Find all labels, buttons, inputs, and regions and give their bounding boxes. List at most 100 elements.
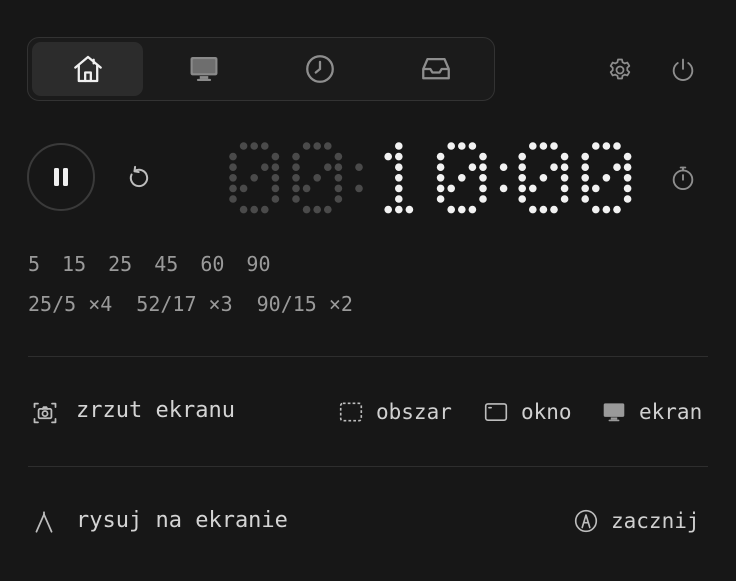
timer-dot <box>592 184 600 193</box>
reset-icon <box>129 165 149 188</box>
timer-dot <box>302 184 311 193</box>
tab-home[interactable] <box>32 42 143 96</box>
timer-dot <box>292 152 300 161</box>
capture-window-button[interactable]: okno <box>483 399 572 425</box>
timer-dot <box>271 195 280 203</box>
timer-dot <box>395 152 403 161</box>
timer-dot <box>271 174 280 182</box>
timer-dot <box>581 152 589 161</box>
timer-digit <box>384 142 414 214</box>
timer-dot <box>395 184 403 193</box>
timer-dot <box>395 142 403 150</box>
timer-dot <box>592 205 600 214</box>
start-drawing-button[interactable]: zacznij <box>573 508 700 534</box>
capture-region-button[interactable]: obszar <box>338 399 452 425</box>
timer-dot <box>384 205 392 214</box>
preset-item[interactable]: 60 <box>200 252 224 276</box>
timer-dot <box>324 142 332 150</box>
timer-dot <box>479 174 487 182</box>
timer-dot <box>313 142 321 150</box>
preset-item[interactable]: 45 <box>154 252 178 276</box>
timer-dot <box>355 163 363 171</box>
timer-dot <box>292 195 300 203</box>
timer-dot <box>623 152 632 161</box>
cycle-item[interactable]: 25/5 ×4 <box>28 292 112 316</box>
dashed-region-icon <box>339 402 363 422</box>
preset-item[interactable]: 25 <box>108 252 132 276</box>
timer-dot <box>324 205 332 214</box>
timer-separator <box>499 163 508 193</box>
preset-list: 5 15 25 45 60 90 <box>28 252 293 276</box>
timer-dot <box>581 184 589 193</box>
timer-dot <box>560 184 569 193</box>
preset-item[interactable]: 5 <box>28 252 40 276</box>
timer-dot <box>602 174 611 182</box>
window-icon <box>484 403 508 421</box>
cycle-list: 25/5 ×4 52/17 ×3 90/15 ×2 <box>28 292 377 316</box>
timer-dot <box>458 174 466 182</box>
timer-digit <box>581 142 632 214</box>
timer-dot <box>529 142 537 150</box>
timer-dot <box>623 195 632 203</box>
preset-item[interactable]: 15 <box>62 252 86 276</box>
timer-dot <box>436 195 445 203</box>
timer-display <box>228 140 653 216</box>
timer-dot <box>447 205 455 214</box>
timer-dot <box>518 163 526 171</box>
timer-dot <box>250 205 258 214</box>
timer-dot <box>229 152 237 161</box>
capture-region-label: obszar <box>376 400 452 424</box>
timer-dot <box>458 142 466 150</box>
timer-dot <box>529 205 537 214</box>
reset-button[interactable] <box>120 160 156 196</box>
timer-separator <box>355 163 363 193</box>
timer-dot <box>436 184 445 193</box>
stopwatch-button[interactable] <box>665 160 701 196</box>
capture-screen-label: ekran <box>639 400 703 424</box>
timer-dot <box>623 174 632 182</box>
pause-button[interactable] <box>27 143 95 211</box>
timer-dot <box>550 205 558 214</box>
clock-icon <box>305 55 334 83</box>
timer-dot <box>479 152 487 161</box>
timer-dot <box>560 163 569 171</box>
timer-dot <box>581 195 589 203</box>
timer-dot <box>261 205 269 214</box>
timer-dot <box>313 205 321 214</box>
tab-screen[interactable] <box>148 42 259 96</box>
cycle-item[interactable]: 90/15 ×2 <box>257 292 353 316</box>
capture-screen-button[interactable]: ekran <box>601 399 702 425</box>
timer-dot <box>499 163 508 171</box>
timer-dot <box>239 205 248 214</box>
timer-dot <box>550 163 558 171</box>
timer-dot <box>334 163 343 171</box>
settings-button[interactable] <box>602 52 638 88</box>
timer-dot <box>468 205 477 214</box>
preset-item[interactable]: 90 <box>246 252 270 276</box>
power-button[interactable] <box>665 52 701 88</box>
timer-dot <box>560 152 569 161</box>
timer-dot <box>499 184 508 193</box>
timer-dot <box>250 142 258 150</box>
timer-dot <box>395 174 403 182</box>
cycle-item[interactable]: 52/17 ×3 <box>136 292 232 316</box>
timer-dot <box>239 142 248 150</box>
tab-history[interactable] <box>264 42 375 96</box>
timer-dot <box>229 174 237 182</box>
timer-dot <box>447 142 455 150</box>
power-icon <box>672 58 694 81</box>
timer-dot <box>334 184 343 193</box>
timer-dot <box>613 163 621 171</box>
timer-dot <box>302 142 311 150</box>
timer-dot <box>395 195 403 203</box>
tab-inbox[interactable] <box>380 42 491 96</box>
monitor-icon <box>603 403 625 422</box>
timer-dot <box>250 174 258 182</box>
timer-dot <box>518 174 526 182</box>
start-drawing-label: zacznij <box>611 509 700 533</box>
divider <box>28 356 708 357</box>
home-icon <box>73 55 102 83</box>
monitor-icon <box>190 56 217 82</box>
timer-dot <box>539 205 548 214</box>
timer-dot <box>581 174 589 182</box>
